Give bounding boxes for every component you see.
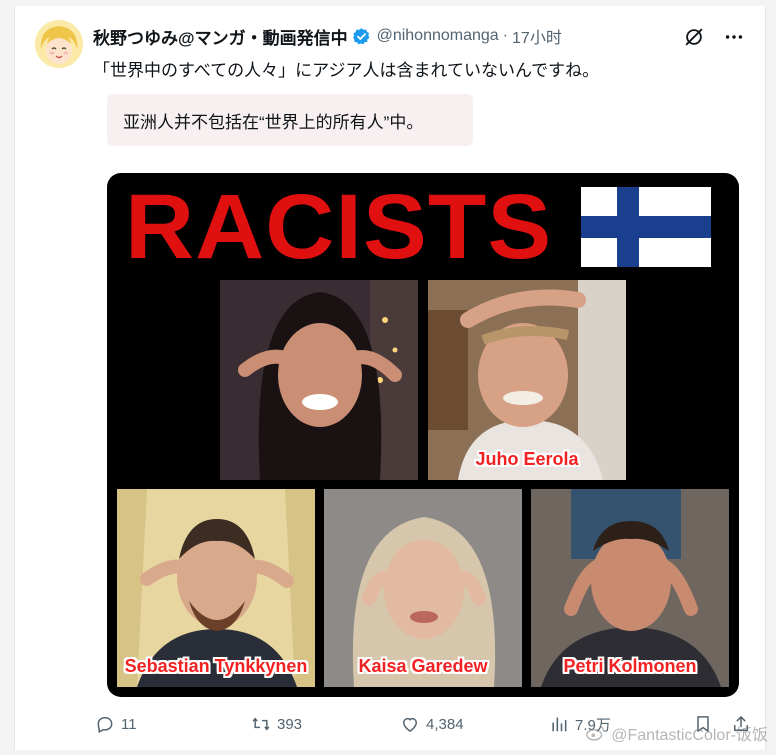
- caption-juho-eerola: Juho Eerola: [475, 449, 579, 469]
- tweet-time[interactable]: 17小时: [512, 24, 562, 48]
- photo-tile-2: Juho Eerola: [428, 280, 626, 480]
- photo-tile-3: Sebastian Tynkkynen: [117, 489, 315, 687]
- like-icon: [403, 717, 417, 732]
- verified-badge-icon: [352, 27, 371, 46]
- weibo-logo-icon: [586, 725, 605, 741]
- caption-petri-kolmonen: Petri Kolmonen: [563, 656, 697, 676]
- translation-box: 亚洲人并不包括在“世界上的所有人”中。: [107, 94, 473, 146]
- caption-sebastian-tynkkynen: Sebastian Tynkkynen: [124, 656, 308, 676]
- display-name[interactable]: 秋野つゆみ@マンガ・動画発信中: [93, 24, 348, 49]
- more-icon[interactable]: [721, 24, 747, 50]
- watermark: @FantasticColor-饭饭: [585, 721, 768, 745]
- reply-button[interactable]: 11: [95, 710, 137, 738]
- separator-dot: ·: [502, 27, 509, 44]
- tweet-text: 「世界中のすべての人々」にアジア人は含まれていないんですね。: [93, 61, 600, 80]
- tweet-header: 秋野つゆみ@マンガ・動画発信中 @nihonnomanga · 17小时: [93, 24, 562, 48]
- media-headline: RACISTS: [125, 176, 553, 278]
- caption-kaisa-garedew: Kaisa Garedew: [358, 656, 488, 676]
- photo-tile-5: Petri Kolmonen: [531, 489, 729, 687]
- repost-button[interactable]: 393: [251, 710, 302, 738]
- views-icon: [552, 717, 567, 732]
- tweet-media[interactable]: RACISTS Juho Eerola Sebastian Tynkkynen …: [107, 173, 739, 697]
- repost-icon: [252, 717, 270, 731]
- author-handle[interactable]: @nihonnomanga: [377, 27, 499, 45]
- watermark-text: @FantasticColor-饭饭: [611, 727, 768, 744]
- like-button[interactable]: 4,384: [400, 710, 464, 738]
- reply-count: 11: [121, 715, 137, 733]
- photo-tile-1: [220, 280, 418, 480]
- grok-icon[interactable]: [681, 24, 707, 50]
- header-actions: [681, 24, 747, 50]
- tweet-card: 秋野つゆみ@マンガ・動画発信中 @nihonnomanga · 17小时 「世界…: [14, 6, 766, 750]
- photo-tile-4: Kaisa Garedew: [324, 489, 522, 687]
- repost-count: 393: [277, 715, 303, 733]
- translation-text: 亚洲人并不包括在“世界上的所有人”中。: [123, 112, 424, 132]
- finland-flag-icon: [581, 187, 711, 267]
- reply-icon: [97, 717, 113, 733]
- like-count: 4,384: [426, 715, 464, 733]
- avatar[interactable]: [35, 20, 83, 68]
